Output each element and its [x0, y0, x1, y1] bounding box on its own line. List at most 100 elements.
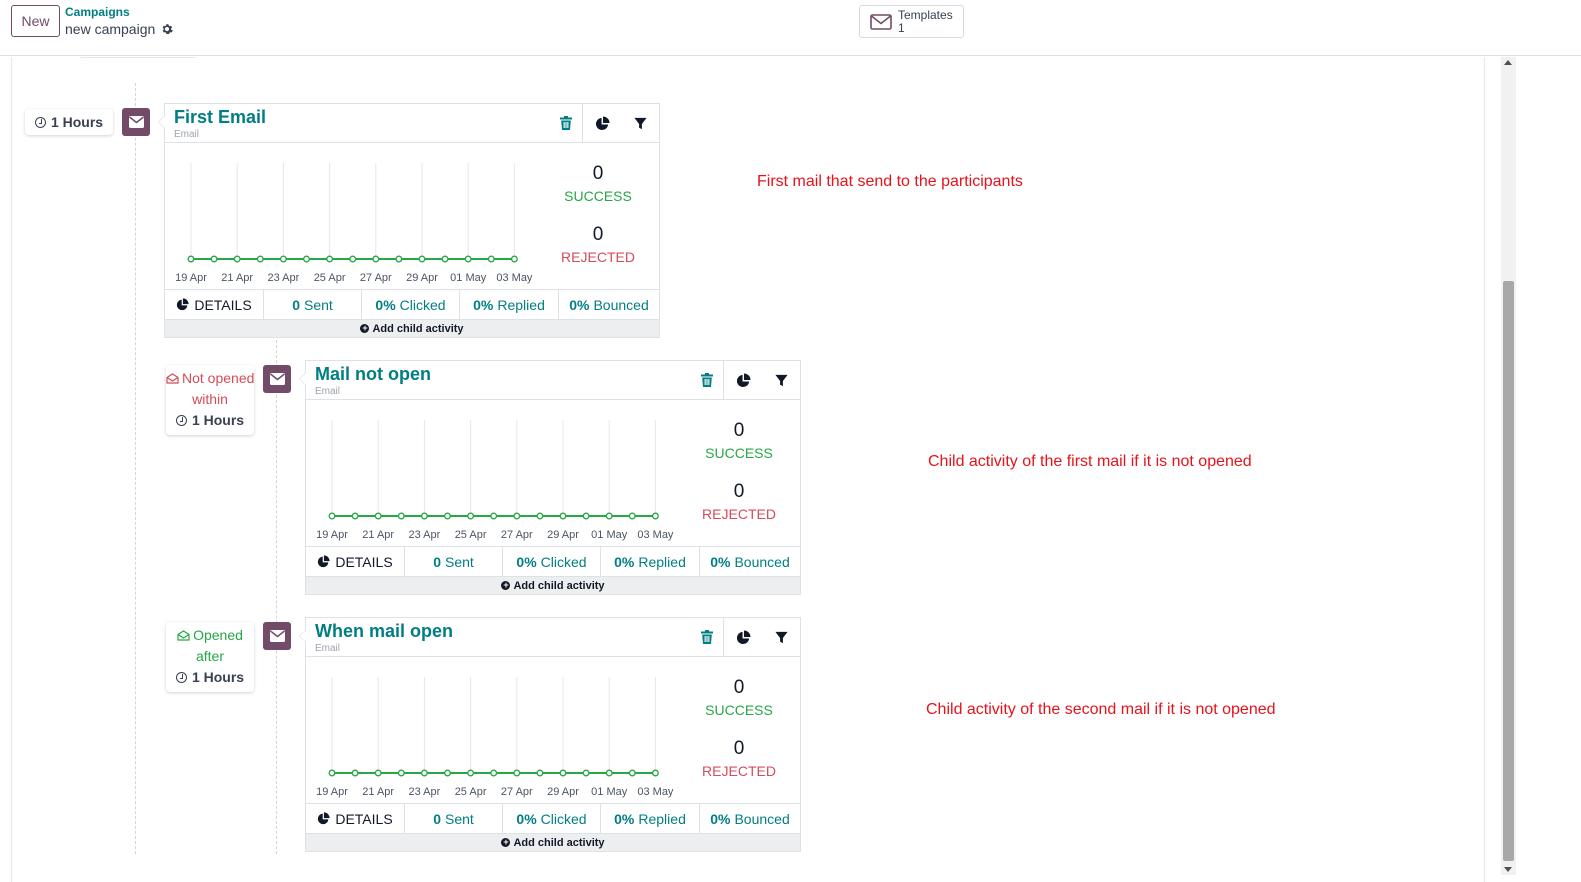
data-point [467, 512, 475, 520]
activity-title[interactable]: Mail not open [315, 364, 431, 385]
new-button[interactable]: New [11, 5, 60, 37]
x-tick-label: 03 May [637, 786, 674, 798]
clock-icon [175, 672, 187, 683]
sent-stat-button[interactable]: 0 Sent [405, 804, 503, 833]
activity-title-box[interactable]: First Email Email [158, 103, 583, 143]
record-name: new campaign [65, 21, 156, 37]
activity-stats-bar: DETAILS 0 Sent 0% Clicked 0% Replied 0% Boun… [305, 546, 801, 577]
filter-button[interactable] [762, 360, 801, 400]
scrollbar[interactable] [1501, 57, 1516, 875]
data-point [420, 512, 428, 520]
data-point [487, 255, 495, 263]
activity-type: Email [315, 643, 341, 654]
success-label: SUCCESS [564, 188, 632, 204]
activity-header: First Email Email [158, 103, 660, 143]
add-child-activity-button[interactable]: + Add child activity [305, 834, 801, 852]
x-tick-label: 29 Apr [406, 272, 438, 284]
graph-toggle-button[interactable] [724, 617, 763, 657]
data-point [303, 255, 310, 263]
rejected-stat: 0 REJECTED [555, 224, 641, 265]
activity-chart: 19 Apr 21 Apr 23 Apr 25 Apr 27 Apr 29 Apr 01 M… [316, 420, 674, 541]
data-point [536, 512, 544, 520]
data-point [326, 255, 334, 263]
data-point [372, 255, 380, 263]
templates-stat: Templates 1 [898, 7, 953, 35]
trash-icon[interactable] [560, 116, 572, 130]
data-point [351, 769, 359, 777]
trash-icon[interactable] [701, 630, 713, 644]
x-tick-label: 01 May [591, 786, 628, 798]
bounced-stat-button[interactable]: 0% Bounced [700, 547, 800, 576]
pie-chart-icon [177, 298, 189, 311]
x-tick-label: 21 Apr [362, 529, 394, 541]
data-point [279, 255, 287, 263]
rejected-stat: 0 REJECTED [696, 738, 782, 779]
clicked-stat-button[interactable]: 0% Clicked [503, 804, 601, 833]
activity-title-box[interactable]: Mail not open Email [299, 360, 724, 400]
templates-label: Templates [898, 7, 953, 22]
data-point [395, 255, 403, 263]
envelope-open-icon [166, 373, 179, 384]
activity-type: Email [315, 386, 341, 397]
clicked-stat-button[interactable]: 0% Clicked [362, 290, 460, 319]
data-point [510, 255, 518, 263]
data-point [210, 255, 218, 263]
data-point [467, 769, 475, 777]
activity-title[interactable]: When mail open [315, 621, 453, 642]
envelope-open-icon [177, 630, 190, 641]
filter-button[interactable] [621, 103, 660, 143]
success-stat: 0 SUCCESS [555, 163, 641, 204]
annotation-note: First mail that send to the participants [757, 173, 1023, 190]
data-point [628, 512, 636, 520]
replied-stat-button[interactable]: 0% Replied [601, 804, 700, 833]
clicked-stat-button[interactable]: 0% Clicked [503, 547, 601, 576]
details-button[interactable]: DETAILS [306, 804, 405, 833]
activity-chart: 19 Apr 21 Apr 23 Apr 25 Apr 27 Apr 29 Apr 01 M… [316, 677, 674, 798]
bounced-stat-button[interactable]: 0% Bounced [559, 290, 659, 319]
trigger-condition: Opened [166, 625, 254, 646]
bounced-stat-button[interactable]: 0% Bounced [700, 804, 800, 833]
filter-button[interactable] [762, 617, 801, 657]
templates-smart-button[interactable]: Templates 1 [859, 5, 964, 38]
data-point [651, 769, 659, 777]
activity-title-box[interactable]: When mail open Email [299, 617, 724, 657]
clock-icon [34, 117, 46, 128]
add-child-activity-button[interactable]: + Add child activity [305, 577, 801, 595]
activity-title[interactable]: First Email [174, 107, 266, 128]
sent-stat-button[interactable]: 0 Sent [264, 290, 362, 319]
breadcrumb-campaigns[interactable]: Campaigns [65, 5, 130, 19]
details-button[interactable]: DETAILS [165, 290, 264, 319]
pie-chart-icon [595, 115, 610, 130]
rejected-count: 0 [592, 224, 604, 245]
replied-stat-button[interactable]: 0% Replied [601, 547, 700, 576]
activity-header: When mail open Email [299, 617, 801, 657]
scroll-down-arrow[interactable] [1504, 867, 1512, 872]
data-point [628, 769, 636, 777]
templates-count: 1 [898, 20, 905, 35]
annotation-note: Child activity of the first mail if it i… [928, 453, 1252, 470]
details-button[interactable]: DETAILS [306, 547, 405, 576]
data-point [490, 512, 498, 520]
graph-toggle-button[interactable] [583, 103, 622, 143]
clock-icon [175, 415, 187, 426]
scroll-up-arrow[interactable] [1504, 60, 1512, 65]
success-count: 0 [733, 420, 745, 441]
scrollbar-thumb[interactable] [1503, 281, 1514, 861]
annotation-note: Child activity of the second mail if it … [926, 701, 1276, 718]
plus-circle-icon: + [360, 323, 370, 333]
trigger-duration: 1 Hours [25, 109, 113, 135]
x-tick-label: 29 Apr [547, 786, 579, 798]
control-panel: New Campaigns new campaign Templates 1 [0, 0, 1581, 56]
replied-stat-button[interactable]: 0% Replied [460, 290, 559, 319]
graph-toggle-button[interactable] [724, 360, 763, 400]
filter-icon [774, 374, 788, 386]
data-point [444, 512, 451, 520]
sent-stat-button[interactable]: 0 Sent [405, 547, 503, 576]
add-child-activity-button[interactable]: + Add child activity [164, 320, 660, 338]
data-point [536, 769, 544, 777]
success-stat: 0 SUCCESS [696, 420, 782, 461]
activity-type-badge [263, 622, 291, 650]
data-point [582, 769, 590, 777]
gear-icon[interactable] [161, 23, 174, 35]
trash-icon[interactable] [701, 373, 713, 387]
